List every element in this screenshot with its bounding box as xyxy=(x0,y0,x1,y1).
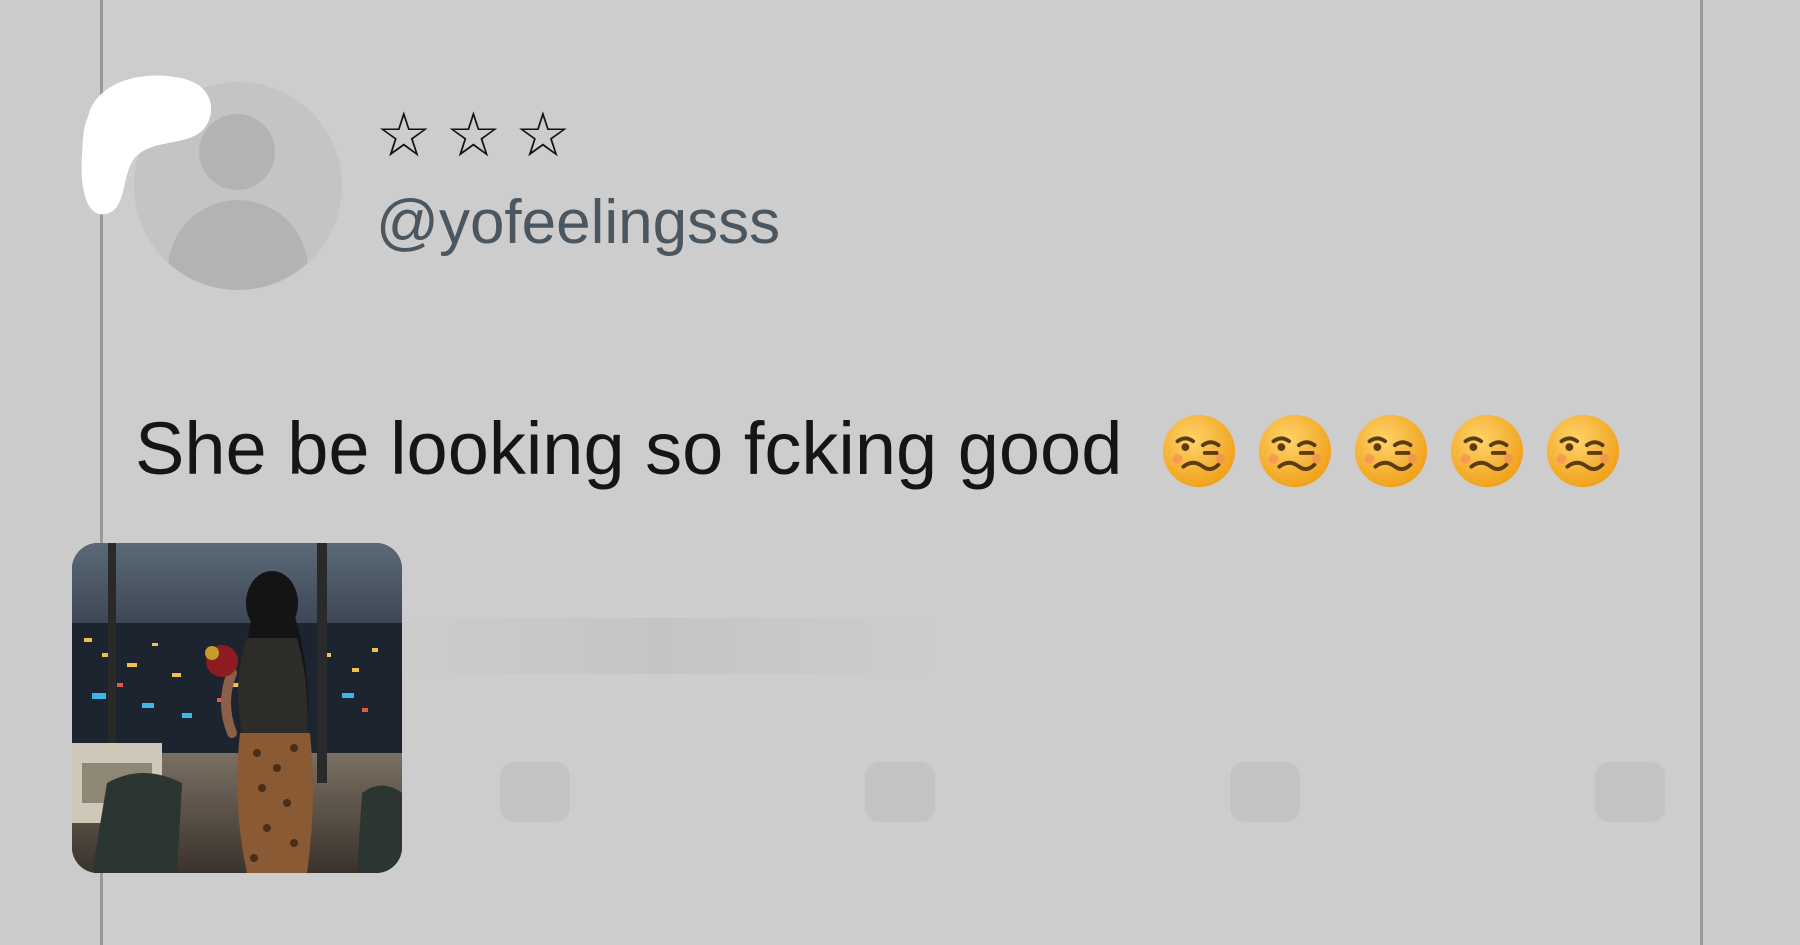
tweet-text: She be looking so fcking good xyxy=(135,407,1123,490)
faded-timestamp-placeholder xyxy=(380,618,940,674)
retweet-icon[interactable] xyxy=(865,762,935,822)
emoji-row xyxy=(1160,412,1622,490)
reply-icon[interactable] xyxy=(500,762,570,822)
woozy-face-icon xyxy=(1546,414,1620,488)
display-name[interactable]: ☆☆☆ xyxy=(376,104,585,166)
woozy-face-icon xyxy=(1258,414,1332,488)
photo-thumbnail[interactable] xyxy=(72,543,402,873)
like-icon[interactable] xyxy=(1230,762,1300,822)
user-handle[interactable]: @yofeelingsss xyxy=(376,192,780,254)
woozy-face-icon xyxy=(1354,414,1428,488)
white-redaction-blot xyxy=(81,75,212,215)
woozy-face-icon xyxy=(1450,414,1524,488)
screenshot-canvas: ☆☆☆ @yofeelingsss She be looking so fcki… xyxy=(0,0,1800,945)
woozy-face-icon xyxy=(1162,414,1236,488)
share-icon[interactable] xyxy=(1595,762,1665,822)
